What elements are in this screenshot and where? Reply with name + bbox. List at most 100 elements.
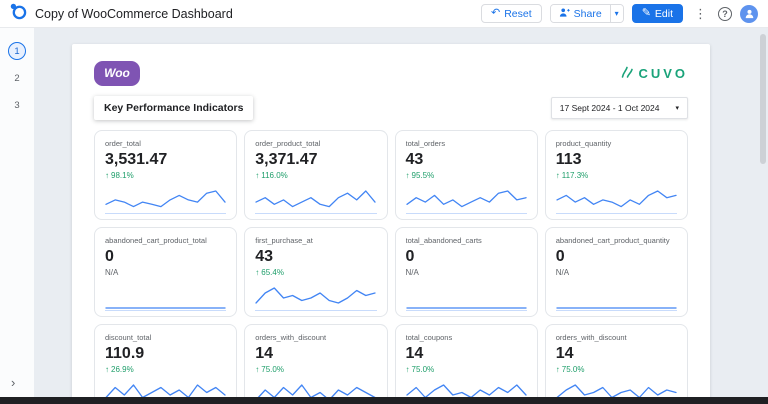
kpi-value: 0 (555, 248, 565, 265)
kpi-delta-value: 95.5% (411, 171, 435, 180)
kpi-delta: ↑ 98.1% (105, 171, 226, 180)
kpi-sparkline (105, 187, 227, 214)
top-bar: Copy of WooCommerce Dashboard ↶ Reset Sh… (0, 0, 768, 28)
report-title: Copy of WooCommerce Dashboard (35, 6, 233, 21)
kpi-value: 0 (405, 248, 415, 265)
kpi-sparkline (555, 284, 677, 311)
woo-logo: Woo (94, 60, 140, 86)
kpi-delta: ↑ 117.3% (556, 171, 677, 180)
kpi-card-total-abandoned-carts[interactable]: total_abandoned_carts 0 ↑ N/A (394, 227, 538, 317)
kpi-value: 3,531.47 (105, 151, 168, 168)
kpi-delta-value: 75.0% (411, 365, 435, 374)
kpi-card-discount-total[interactable]: discount_total 110.9 ↑ 26.9% (94, 324, 238, 404)
date-range-selector[interactable]: 17 Sept 2024 - 1 Oct 2024 ▾ (550, 97, 688, 119)
kpi-card-abandoned-cart-product-quantity[interactable]: abandoned_cart_product_quantity 0 ↑ N/A (544, 227, 688, 317)
chevron-down-icon: ▾ (614, 9, 619, 18)
kpi-value: 14 (255, 345, 274, 362)
share-button-label: Share (573, 7, 602, 20)
vertical-scrollbar-thumb[interactable] (760, 34, 766, 164)
kpi-value: 110.9 (105, 345, 145, 362)
kpi-label: total_coupons (405, 333, 453, 342)
up-arrow-icon: ↑ (555, 365, 560, 374)
kpi-delta: ↑ N/A (556, 268, 677, 277)
share-button[interactable]: Share (550, 5, 610, 22)
up-arrow-icon: ↑ (255, 171, 260, 180)
kpi-label: total_orders (405, 139, 446, 148)
kpi-sparkline (555, 187, 677, 214)
kpi-delta-value: N/A (555, 268, 570, 277)
kpi-label: discount_total (105, 333, 152, 342)
horizontal-scrollbar[interactable] (0, 397, 768, 404)
help-icon[interactable]: ? (718, 6, 732, 21)
kpi-value: 14 (405, 345, 424, 362)
kpi-card-orders-with-discount[interactable]: orders_with_discount 14 ↑ 75.0% (244, 324, 388, 404)
kpi-delta: ↑ 75.0% (556, 365, 677, 374)
up-arrow-icon: ↑ (105, 365, 109, 374)
kpi-card-first-purchase-at[interactable]: first_purchase_at 43 ↑ 65.4% (244, 227, 388, 317)
kpi-card-order-product-total[interactable]: order_product_total 3,371.47 ↑ 116.0% (244, 130, 388, 220)
kpi-delta: ↑ 116.0% (255, 171, 376, 180)
kpi-value: 0 (105, 248, 114, 265)
chevron-down-icon: ▾ (675, 105, 679, 112)
kpi-value: 43 (255, 248, 274, 265)
share-options-caret[interactable]: ▾ (609, 5, 623, 22)
kpi-label: first_purchase_at (255, 236, 313, 245)
up-arrow-icon: ↑ (255, 365, 260, 374)
page-nav-item-2[interactable]: 2 (8, 69, 26, 87)
kpi-label: order_total (105, 139, 141, 148)
up-arrow-icon: ↑ (255, 268, 260, 277)
kpi-delta-value: 75.0% (561, 365, 585, 374)
kpi-card-total-orders[interactable]: total_orders 43 ↑ 95.5% (394, 130, 538, 220)
kpi-label: order_product_total (255, 139, 321, 148)
up-arrow-icon: ↑ (405, 171, 410, 180)
page-navigation: 1 2 3 › (0, 28, 34, 404)
kpi-delta-value: 98.1% (111, 171, 134, 180)
reset-button-label: Reset (504, 7, 532, 20)
cuvo-brand-label: CUVO (638, 65, 688, 81)
edit-button-label: Edit (654, 7, 673, 20)
report-workspace: Woo CUVO Key Performance Indicators 17 S… (34, 28, 768, 404)
kpi-sparkline (105, 284, 227, 311)
kpi-delta-value: 26.9% (111, 365, 134, 374)
up-arrow-icon: ↑ (405, 365, 410, 374)
kpi-grid: order_total 3,531.47 ↑ 98.1% order_produ… (94, 130, 688, 404)
kpi-delta-value: N/A (405, 268, 419, 277)
person-add-icon (559, 7, 570, 21)
kpi-card-order-total[interactable]: order_total 3,531.47 ↑ 98.1% (94, 130, 238, 220)
kpi-sparkline (255, 284, 377, 311)
cuvo-logo-icon (620, 65, 634, 82)
kpi-value: 14 (555, 345, 574, 362)
kpi-label: abandoned_cart_product_total (105, 236, 207, 245)
kpi-delta: ↑ 75.0% (255, 365, 376, 374)
kpi-label: abandoned_cart_product_quantity (555, 236, 670, 245)
up-arrow-icon: ↑ (105, 171, 109, 180)
kpi-label: orders_with_discount (555, 333, 627, 342)
kpi-delta: ↑ N/A (105, 268, 226, 277)
kpi-value: 43 (405, 151, 424, 168)
edit-button[interactable]: ✎ Edit (631, 4, 683, 23)
kpi-delta-value: 117.3% (561, 171, 589, 180)
kpi-value: 113 (555, 151, 582, 168)
kpi-card-orders-with-discount-2[interactable]: orders_with_discount 14 ↑ 75.0% (544, 324, 688, 404)
kpi-delta: ↑ N/A (406, 268, 527, 277)
pencil-icon: ✎ (641, 7, 651, 19)
expand-page-nav-button[interactable]: › (11, 375, 15, 390)
kpi-delta: ↑ 95.5% (406, 171, 527, 180)
kpi-delta-value: 65.4% (261, 268, 284, 277)
looker-studio-logo-icon[interactable] (10, 3, 27, 25)
kpi-value: 3,371.47 (255, 151, 318, 168)
kpi-sparkline (255, 187, 377, 214)
kpi-delta-value: 116.0% (261, 171, 288, 180)
kpi-card-product-quantity[interactable]: product_quantity 113 ↑ 117.3% (544, 130, 688, 220)
overflow-menu-icon[interactable]: ⋮ (691, 6, 710, 22)
page-nav-item-3[interactable]: 3 (8, 96, 26, 114)
kpi-card-abandoned-cart-product-total[interactable]: abandoned_cart_product_total 0 ↑ N/A (94, 227, 238, 317)
reset-button[interactable]: ↶ Reset (480, 4, 542, 23)
account-avatar[interactable] (740, 4, 758, 23)
kpi-label: total_abandoned_carts (405, 236, 482, 245)
kpi-delta: ↑ 75.0% (406, 365, 527, 374)
kpi-sparkline (405, 284, 527, 311)
report-canvas: Woo CUVO Key Performance Indicators 17 S… (72, 44, 710, 404)
page-nav-item-1[interactable]: 1 (8, 42, 26, 60)
kpi-card-total-coupons[interactable]: total_coupons 14 ↑ 75.0% (394, 324, 538, 404)
